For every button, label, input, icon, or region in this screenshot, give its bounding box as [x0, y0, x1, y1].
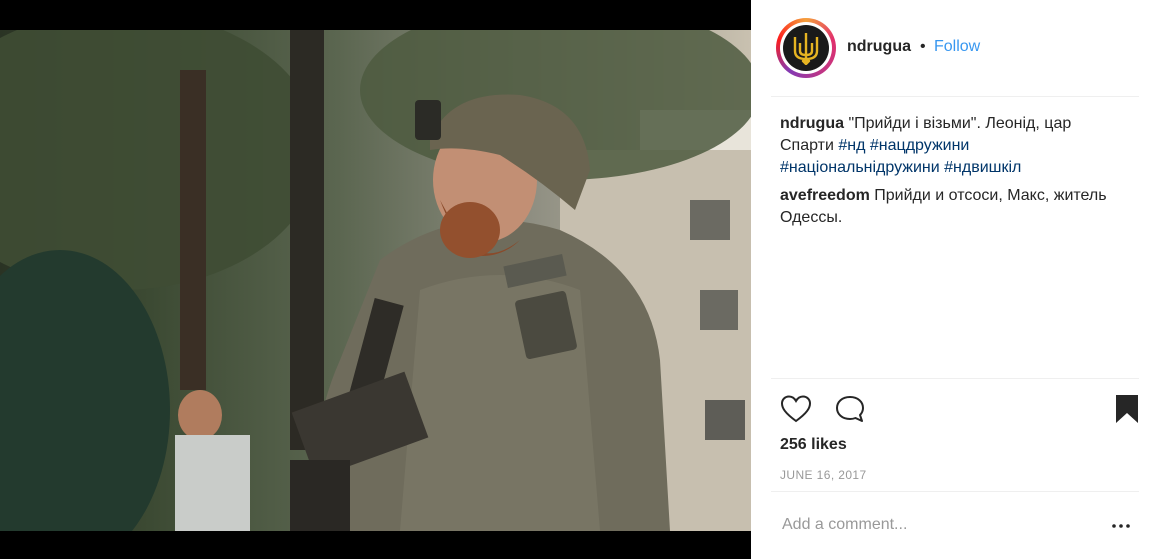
- hashtag-link[interactable]: #нацдружини: [870, 137, 969, 154]
- hashtag-link[interactable]: #національнідружини: [780, 159, 940, 176]
- post-header: ndrugua • Follow: [751, 0, 1168, 96]
- header-separator: •: [920, 38, 926, 55]
- hashtag-link[interactable]: #ндвишкіл: [944, 159, 1021, 176]
- header-username[interactable]: ndrugua: [847, 38, 911, 56]
- caption-comment: ndrugua "Прийди і візьми". Леонід, цар С…: [780, 113, 1120, 179]
- add-comment-input[interactable]: Add a comment...: [782, 516, 907, 534]
- likes-count[interactable]: 256 likes: [780, 436, 847, 454]
- trident-logo-icon: [783, 25, 829, 71]
- post-photo-frame: [0, 0, 751, 559]
- post-date[interactable]: JUNE 16, 2017: [780, 468, 867, 482]
- hashtag-link[interactable]: #нд: [838, 137, 865, 154]
- comment-author[interactable]: ndrugua: [780, 115, 844, 132]
- comment-author[interactable]: avefreedom: [780, 187, 870, 204]
- avatar[interactable]: [780, 22, 832, 74]
- actions-divider: [771, 378, 1139, 379]
- post-photo[interactable]: [0, 30, 751, 531]
- bookmark-icon[interactable]: [1114, 393, 1140, 430]
- comment-bubble-icon[interactable]: [834, 394, 866, 429]
- ellipsis-icon[interactable]: [1111, 516, 1131, 541]
- photo-illustration: [0, 30, 751, 531]
- action-bar: [780, 392, 1140, 428]
- like-heart-icon[interactable]: [780, 394, 812, 429]
- story-ring[interactable]: [776, 18, 836, 78]
- list-item: avefreedom Прийди и отсоси, Макс, житель…: [780, 185, 1120, 229]
- header-divider: [771, 96, 1139, 97]
- follow-button[interactable]: Follow: [934, 38, 980, 56]
- comments-list: ndrugua "Прийди і візьми". Леонід, цар С…: [780, 113, 1120, 235]
- post-sidebar: ndrugua • Follow ndrugua "Прийди і візьм…: [751, 0, 1168, 559]
- comment-box-divider: [771, 491, 1139, 492]
